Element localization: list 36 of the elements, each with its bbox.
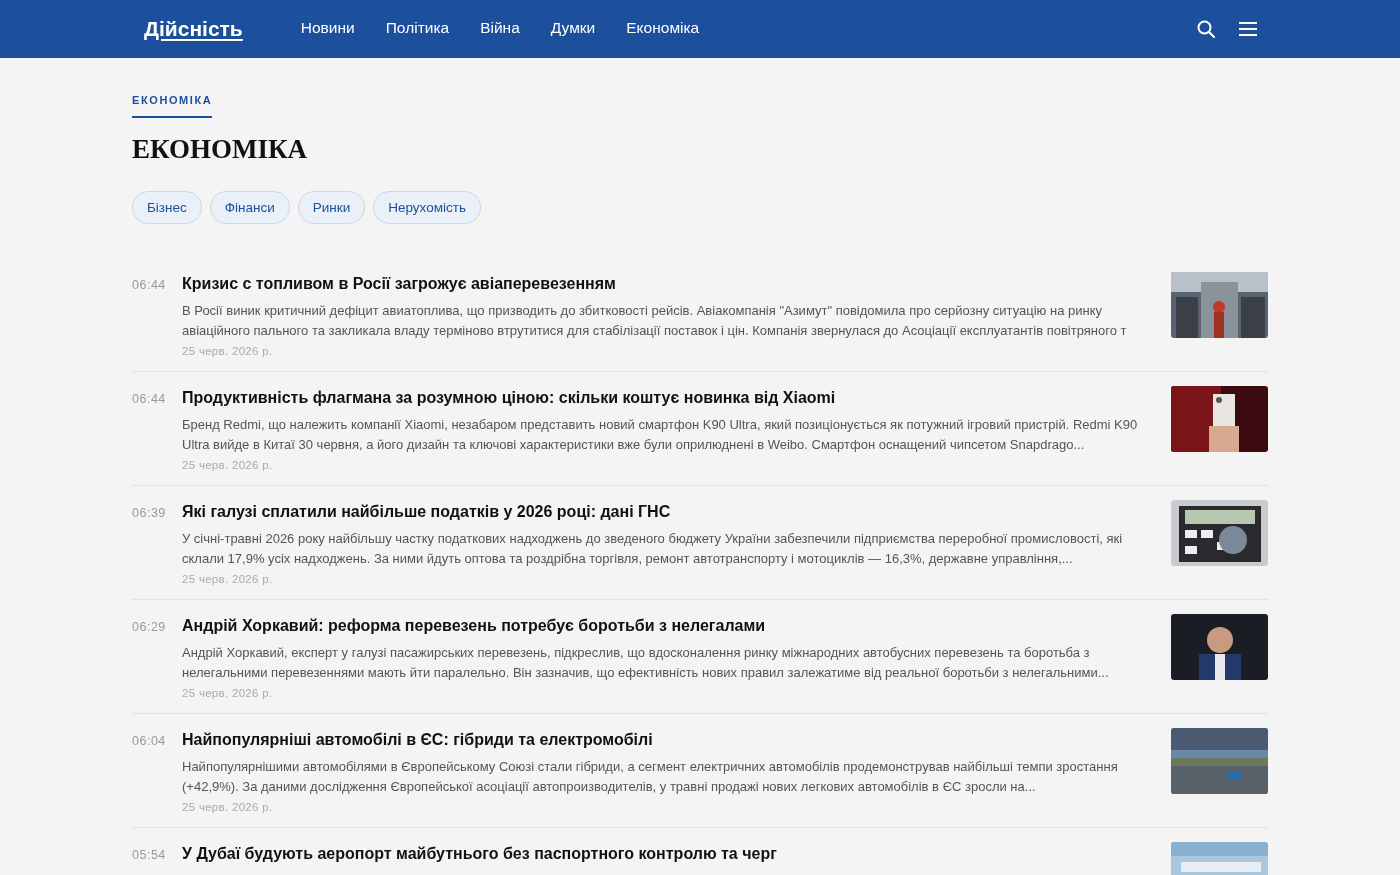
nav-link[interactable]: Війна xyxy=(480,15,520,43)
page-title: ЕКОНОМІКА xyxy=(132,134,308,165)
article-date: 25 черв. 2026 р. xyxy=(182,459,273,471)
search-icon[interactable] xyxy=(1196,19,1216,39)
nav-link[interactable]: Новини xyxy=(300,15,355,43)
article-time: 06:39 xyxy=(132,505,167,520)
nav-link[interactable]: Економіка xyxy=(626,15,700,43)
site-logo[interactable]: Дійсність xyxy=(144,17,243,41)
article-date: 25 черв. 2026 р. xyxy=(182,687,273,699)
article-headline[interactable]: Які галузі сплатили найбільше податків у 2026 році: дані ГНС xyxy=(182,503,671,521)
article-summary: В Росії виник критичний дефіцит авиатоплива, що призводить до збитковості рейсів. Авіакомпанія "Азимут" повідомила про серйозну ситуацію на ринку авіаційного пального та закликала владу терміново втрутитися для стабілізації поставок і цін. Компанія звернулася до Асоціації експлуатантів повітряного т xyxy=(182,302,1128,340)
menu-icon[interactable] xyxy=(1238,21,1258,37)
topic-tag[interactable]: Ринки xyxy=(297,191,366,224)
nav-link[interactable]: Політика xyxy=(385,15,450,43)
article-headline[interactable]: Кризис с топливом в Росії загрожує авіаперевезенням xyxy=(182,275,616,293)
article-summary: У січні-травні 2026 року найбільшу частку податкових надходжень до зведеного бюджету України забезпечили підприємства переробної промисловості, які склали 17,9% усіх надходжень. За ними йдуть оптова та роздрібна торгівля, ремонт автотранспорту і мотоциклів — 16,3%, державне управління,... xyxy=(182,530,1124,568)
article-summary: Найпопулярнішими автомобілями в Європейському Союзі стали гібриди, а сегмент електричних автомобілів продемонстрував найбільші темпи зростання (+42,9%). За даними дослідження Європейської асоціації автопроизводителів, у травні продажі нових легкових автомобілів в ЄС зросли на... xyxy=(182,758,1119,796)
article-time: 06:04 xyxy=(132,733,167,748)
nav-link[interactable]: Думки xyxy=(550,15,596,43)
article-date: 25 черв. 2026 р. xyxy=(182,801,273,813)
article-date: 25 черв. 2026 р. xyxy=(182,573,273,585)
topic-tag[interactable]: Фінанси xyxy=(209,191,290,224)
article-headline[interactable]: У Дубаї будують аеропорт майбутнього без паспортного контролю та черг xyxy=(182,845,777,863)
topic-tag[interactable]: Бізнес xyxy=(132,191,202,224)
topic-tag[interactable]: Нерухомість xyxy=(373,191,481,224)
article-time: 06:29 xyxy=(132,619,167,634)
article-summary: Андрій Хоркавий, експерт у галузі пасажирських перевезень, підкреслив, що вдосконалення ринку міжнародних автобусних перевезень та боротьба з нелегальними перевезеннями мають йти паралельно. Він зазначив, що ефективність нових правил залежатиме від реальної боротьби з нелегальними... xyxy=(182,644,1110,682)
section-breadcrumb[interactable]: ЕКОНОМІКА xyxy=(132,94,213,118)
article-date: 25 черв. 2026 р. xyxy=(182,345,273,357)
article-time: 06:44 xyxy=(132,391,167,406)
article-summary: Бренд Redmi, що належить компанії Xiaomi, незабаром представить новий смартфон K90 Ultra, який позиціонується як потужний ігровий пристрій. Redmi K90 Ultra вийде в Китаї 30 червня, а його дизайн та ключові характеристики вже були оприлюднені в Weibo. Смартфон оснащений чипсетом Snapdrago... xyxy=(182,416,1139,454)
article-headline[interactable]: Андрій Хоркавий: реформа перевезень потребує боротьби з нелегалами xyxy=(182,617,766,635)
article-time: 05:54 xyxy=(132,847,167,862)
article-time: 06:44 xyxy=(132,277,167,292)
article-headline[interactable]: Найпопулярніші автомобілі в ЄС: гібриди та електромобілі xyxy=(182,731,653,749)
article-headline[interactable]: Продуктивність флагмана за розумною ціною: скільки коштує новинка від Xiaomi xyxy=(182,389,836,407)
